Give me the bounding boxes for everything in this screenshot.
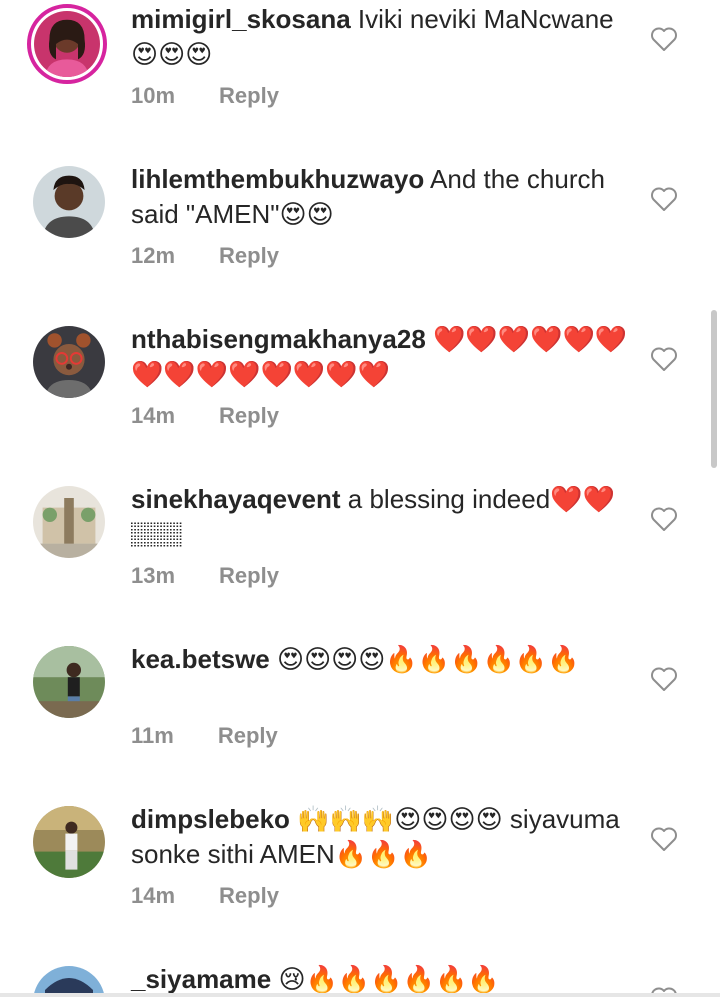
reply-button[interactable]: Reply (219, 563, 279, 588)
bottom-divider (0, 993, 720, 997)
comment-username[interactable]: mimigirl_skosana (131, 4, 351, 34)
reply-button[interactable]: Reply (219, 403, 279, 428)
comment-item: _siyamame 😢🔥🔥🔥🔥🔥🔥 (0, 960, 720, 997)
avatar[interactable] (33, 326, 105, 398)
comment-body: kea.betswe 😍😍😍😍🔥🔥🔥🔥🔥🔥 (131, 642, 631, 677)
avatar[interactable] (33, 806, 105, 878)
scrollbar[interactable] (711, 310, 717, 468)
comment-body: _siyamame 😢🔥🔥🔥🔥🔥🔥 (131, 962, 631, 997)
avatar[interactable] (33, 166, 105, 238)
heart-outline-icon[interactable] (650, 346, 678, 372)
reply-button[interactable]: Reply (219, 883, 279, 908)
comment-item: sinekhayaqevent a blessing indeed❤️❤️🏽🏽 … (0, 480, 720, 640)
avatar-image (33, 166, 105, 238)
comment-username[interactable]: _siyamame (131, 964, 271, 994)
comment-meta: 14m Reply (131, 883, 279, 909)
comment-meta: 10m Reply (131, 83, 279, 109)
heart-outline-icon[interactable] (650, 186, 678, 212)
comment-meta: 12m Reply (131, 243, 279, 269)
comment-text: 😢🔥🔥🔥🔥🔥🔥 (271, 964, 500, 994)
comment-body: mimigirl_skosana Iviki neviki MaNcwane 😍… (131, 2, 631, 72)
comment-meta: 14m Reply (131, 403, 279, 429)
comment-meta: 11m Reply (131, 723, 278, 749)
heart-outline-icon[interactable] (650, 26, 678, 52)
comment-item: nthabisengmakhanya28 ❤️❤️❤️❤️❤️❤️❤️❤️❤️❤… (0, 320, 720, 480)
comment-username[interactable]: lihlemthembukhuzwayo (131, 164, 424, 194)
avatar[interactable] (33, 486, 105, 558)
avatar-image (34, 11, 100, 77)
comment-body: dimpslebeko 🙌🙌🙌😍😍😍😍 siyavuma sonke sithi… (131, 802, 631, 872)
comment-username[interactable]: nthabisengmakhanya28 (131, 324, 426, 354)
comment-username[interactable]: dimpslebeko (131, 804, 290, 834)
comment-body: lihlemthembukhuzwayo And the church said… (131, 162, 631, 232)
reply-button[interactable]: Reply (219, 243, 279, 268)
avatar[interactable] (27, 4, 107, 84)
comment-time: 14m (131, 403, 176, 428)
comment-time: 11m (131, 723, 174, 748)
reply-button[interactable]: Reply (219, 83, 279, 108)
comment-body: sinekhayaqevent a blessing indeed❤️❤️🏽🏽 (131, 482, 631, 552)
avatar-image (33, 326, 105, 398)
comment-body: nthabisengmakhanya28 ❤️❤️❤️❤️❤️❤️❤️❤️❤️❤… (131, 322, 631, 392)
comment-time: 10m (131, 83, 176, 108)
avatar-image (33, 806, 105, 878)
heart-outline-icon[interactable] (650, 826, 678, 852)
comment-meta: 13m Reply (131, 563, 279, 589)
comment-username[interactable]: sinekhayaqevent (131, 484, 341, 514)
comment-item: kea.betswe 😍😍😍😍🔥🔥🔥🔥🔥🔥 11m Reply (0, 640, 720, 800)
comment-item: mimigirl_skosana Iviki neviki MaNcwane 😍… (0, 0, 720, 160)
comment-time: 14m (131, 883, 176, 908)
comment-username[interactable]: kea.betswe (131, 644, 270, 674)
avatar-image (33, 646, 105, 718)
heart-outline-icon[interactable] (650, 506, 678, 532)
comment-item: dimpslebeko 🙌🙌🙌😍😍😍😍 siyavuma sonke sithi… (0, 800, 720, 960)
heart-outline-icon[interactable] (650, 666, 678, 692)
reply-button[interactable]: Reply (218, 723, 278, 748)
comment-text: 😍😍😍😍🔥🔥🔥🔥🔥🔥 (269, 644, 580, 674)
avatar-image (33, 486, 105, 558)
comment-item: lihlemthembukhuzwayo And the church said… (0, 160, 720, 320)
comment-time: 12m (131, 243, 176, 268)
comment-time: 13m (131, 563, 176, 588)
avatar[interactable] (33, 646, 105, 718)
